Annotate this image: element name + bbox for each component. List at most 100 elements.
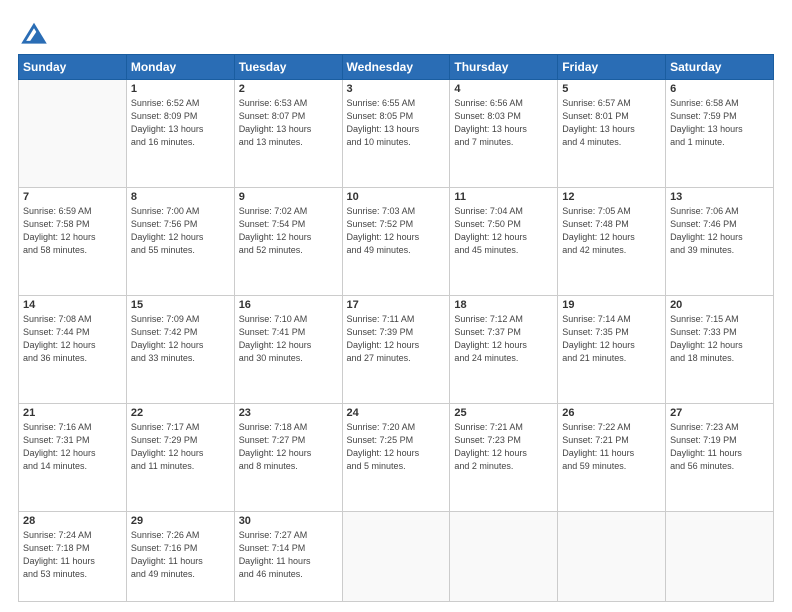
day-cell: 27 Sunrise: 7:23 AM Sunset: 7:19 PM Dayli… bbox=[666, 404, 774, 512]
day-cell: 20Sunrise: 7:15 AM Sunset: 7:33 PM Dayli… bbox=[666, 296, 774, 404]
day-cell: 13Sunrise: 7:06 AM Sunset: 7:46 PM Dayli… bbox=[666, 188, 774, 296]
day-cell: 11 Sunrise: 7:04 AM Sunset: 7:50 PM Dayli… bbox=[450, 188, 558, 296]
day-info: Sunrise: 7:14 AM Sunset: 7:35 PM Dayligh… bbox=[562, 313, 661, 365]
day-number: 6 bbox=[670, 83, 769, 95]
day-number: 22 bbox=[131, 407, 230, 419]
week-row-4: 28 Sunrise: 7:24 AM Sunset: 7:18 PM Dayli… bbox=[19, 512, 774, 602]
day-info: Sunrise: 7:00 AM Sunset: 7:56 PM Dayligh… bbox=[131, 205, 230, 257]
day-info: Sunrise: 7:27 AM Sunset: 7:14 PM Dayligh… bbox=[239, 529, 338, 581]
day-info: Sunrise: 7:02 AM Sunset: 7:54 PM Dayligh… bbox=[239, 205, 338, 257]
day-number: 17 bbox=[347, 299, 446, 311]
week-row-0: 1 Sunrise: 6:52 AM Sunset: 8:09 PM Daylig… bbox=[19, 80, 774, 188]
day-number: 21 bbox=[23, 407, 122, 419]
day-cell bbox=[342, 512, 450, 602]
day-cell: 25Sunrise: 7:21 AM Sunset: 7:23 PM Dayli… bbox=[450, 404, 558, 512]
day-cell: 17 Sunrise: 7:11 AM Sunset: 7:39 PM Dayli… bbox=[342, 296, 450, 404]
week-row-2: 14Sunrise: 7:08 AM Sunset: 7:44 PM Dayli… bbox=[19, 296, 774, 404]
calendar-table: SundayMondayTuesdayWednesdayThursdayFrid… bbox=[18, 54, 774, 602]
day-cell: 18 Sunrise: 7:12 AM Sunset: 7:37 PM Dayli… bbox=[450, 296, 558, 404]
day-number: 1 bbox=[131, 83, 230, 95]
day-info: Sunrise: 7:22 AM Sunset: 7:21 PM Dayligh… bbox=[562, 421, 661, 473]
day-cell: 6 Sunrise: 6:58 AM Sunset: 7:59 PM Daylig… bbox=[666, 80, 774, 188]
weekday-header-wednesday: Wednesday bbox=[342, 55, 450, 80]
day-number: 4 bbox=[454, 83, 553, 95]
header bbox=[18, 18, 774, 46]
day-cell: 16 Sunrise: 7:10 AM Sunset: 7:41 PM Dayli… bbox=[234, 296, 342, 404]
week-row-1: 7Sunrise: 6:59 AM Sunset: 7:58 PM Daylig… bbox=[19, 188, 774, 296]
day-cell: 15 Sunrise: 7:09 AM Sunset: 7:42 PM Dayli… bbox=[126, 296, 234, 404]
day-number: 29 bbox=[131, 515, 230, 527]
day-number: 16 bbox=[239, 299, 338, 311]
day-info: Sunrise: 6:57 AM Sunset: 8:01 PM Dayligh… bbox=[562, 97, 661, 149]
day-info: Sunrise: 7:05 AM Sunset: 7:48 PM Dayligh… bbox=[562, 205, 661, 257]
day-number: 8 bbox=[131, 191, 230, 203]
day-info: Sunrise: 7:18 AM Sunset: 7:27 PM Dayligh… bbox=[239, 421, 338, 473]
day-info: Sunrise: 6:56 AM Sunset: 8:03 PM Dayligh… bbox=[454, 97, 553, 149]
day-cell bbox=[666, 512, 774, 602]
day-cell: 29 Sunrise: 7:26 AM Sunset: 7:16 PM Dayli… bbox=[126, 512, 234, 602]
day-info: Sunrise: 7:17 AM Sunset: 7:29 PM Dayligh… bbox=[131, 421, 230, 473]
weekday-header-saturday: Saturday bbox=[666, 55, 774, 80]
day-info: Sunrise: 7:15 AM Sunset: 7:33 PM Dayligh… bbox=[670, 313, 769, 365]
day-cell: 19 Sunrise: 7:14 AM Sunset: 7:35 PM Dayli… bbox=[558, 296, 666, 404]
day-info: Sunrise: 7:26 AM Sunset: 7:16 PM Dayligh… bbox=[131, 529, 230, 581]
weekday-header-monday: Monday bbox=[126, 55, 234, 80]
day-cell: 5Sunrise: 6:57 AM Sunset: 8:01 PM Daylig… bbox=[558, 80, 666, 188]
day-info: Sunrise: 7:11 AM Sunset: 7:39 PM Dayligh… bbox=[347, 313, 446, 365]
day-number: 14 bbox=[23, 299, 122, 311]
day-cell: 10Sunrise: 7:03 AM Sunset: 7:52 PM Dayli… bbox=[342, 188, 450, 296]
day-info: Sunrise: 7:16 AM Sunset: 7:31 PM Dayligh… bbox=[23, 421, 122, 473]
day-cell bbox=[19, 80, 127, 188]
day-info: Sunrise: 7:09 AM Sunset: 7:42 PM Dayligh… bbox=[131, 313, 230, 365]
day-info: Sunrise: 7:24 AM Sunset: 7:18 PM Dayligh… bbox=[23, 529, 122, 581]
weekday-header-tuesday: Tuesday bbox=[234, 55, 342, 80]
day-cell: 9 Sunrise: 7:02 AM Sunset: 7:54 PM Daylig… bbox=[234, 188, 342, 296]
day-number: 27 bbox=[670, 407, 769, 419]
weekday-header-row: SundayMondayTuesdayWednesdayThursdayFrid… bbox=[19, 55, 774, 80]
day-number: 19 bbox=[562, 299, 661, 311]
day-cell: 22 Sunrise: 7:17 AM Sunset: 7:29 PM Dayli… bbox=[126, 404, 234, 512]
day-cell: 14Sunrise: 7:08 AM Sunset: 7:44 PM Dayli… bbox=[19, 296, 127, 404]
day-info: Sunrise: 7:21 AM Sunset: 7:23 PM Dayligh… bbox=[454, 421, 553, 473]
day-cell bbox=[450, 512, 558, 602]
day-cell bbox=[558, 512, 666, 602]
day-info: Sunrise: 6:53 AM Sunset: 8:07 PM Dayligh… bbox=[239, 97, 338, 149]
week-row-3: 21 Sunrise: 7:16 AM Sunset: 7:31 PM Dayli… bbox=[19, 404, 774, 512]
day-cell: 8 Sunrise: 7:00 AM Sunset: 7:56 PM Daylig… bbox=[126, 188, 234, 296]
day-number: 11 bbox=[454, 191, 553, 203]
day-info: Sunrise: 7:12 AM Sunset: 7:37 PM Dayligh… bbox=[454, 313, 553, 365]
page: SundayMondayTuesdayWednesdayThursdayFrid… bbox=[0, 0, 792, 612]
day-info: Sunrise: 7:23 AM Sunset: 7:19 PM Dayligh… bbox=[670, 421, 769, 473]
day-number: 24 bbox=[347, 407, 446, 419]
day-cell: 26Sunrise: 7:22 AM Sunset: 7:21 PM Dayli… bbox=[558, 404, 666, 512]
day-number: 15 bbox=[131, 299, 230, 311]
day-cell: 30Sunrise: 7:27 AM Sunset: 7:14 PM Dayli… bbox=[234, 512, 342, 602]
day-info: Sunrise: 7:20 AM Sunset: 7:25 PM Dayligh… bbox=[347, 421, 446, 473]
day-cell: 23 Sunrise: 7:18 AM Sunset: 7:27 PM Dayli… bbox=[234, 404, 342, 512]
day-number: 28 bbox=[23, 515, 122, 527]
day-cell: 28 Sunrise: 7:24 AM Sunset: 7:18 PM Dayli… bbox=[19, 512, 127, 602]
day-info: Sunrise: 6:55 AM Sunset: 8:05 PM Dayligh… bbox=[347, 97, 446, 149]
logo bbox=[18, 18, 48, 46]
day-cell: 21 Sunrise: 7:16 AM Sunset: 7:31 PM Dayli… bbox=[19, 404, 127, 512]
day-cell: 4 Sunrise: 6:56 AM Sunset: 8:03 PM Daylig… bbox=[450, 80, 558, 188]
day-info: Sunrise: 7:10 AM Sunset: 7:41 PM Dayligh… bbox=[239, 313, 338, 365]
day-cell: 3 Sunrise: 6:55 AM Sunset: 8:05 PM Daylig… bbox=[342, 80, 450, 188]
day-info: Sunrise: 6:52 AM Sunset: 8:09 PM Dayligh… bbox=[131, 97, 230, 149]
day-number: 12 bbox=[562, 191, 661, 203]
weekday-header-thursday: Thursday bbox=[450, 55, 558, 80]
day-number: 23 bbox=[239, 407, 338, 419]
day-info: Sunrise: 7:03 AM Sunset: 7:52 PM Dayligh… bbox=[347, 205, 446, 257]
day-number: 18 bbox=[454, 299, 553, 311]
day-cell: 12 Sunrise: 7:05 AM Sunset: 7:48 PM Dayli… bbox=[558, 188, 666, 296]
day-number: 3 bbox=[347, 83, 446, 95]
weekday-header-sunday: Sunday bbox=[19, 55, 127, 80]
day-number: 9 bbox=[239, 191, 338, 203]
weekday-header-friday: Friday bbox=[558, 55, 666, 80]
day-info: Sunrise: 6:58 AM Sunset: 7:59 PM Dayligh… bbox=[670, 97, 769, 149]
day-cell: 2Sunrise: 6:53 AM Sunset: 8:07 PM Daylig… bbox=[234, 80, 342, 188]
day-info: Sunrise: 6:59 AM Sunset: 7:58 PM Dayligh… bbox=[23, 205, 122, 257]
day-cell: 7Sunrise: 6:59 AM Sunset: 7:58 PM Daylig… bbox=[19, 188, 127, 296]
logo-icon bbox=[20, 18, 48, 46]
day-info: Sunrise: 7:04 AM Sunset: 7:50 PM Dayligh… bbox=[454, 205, 553, 257]
